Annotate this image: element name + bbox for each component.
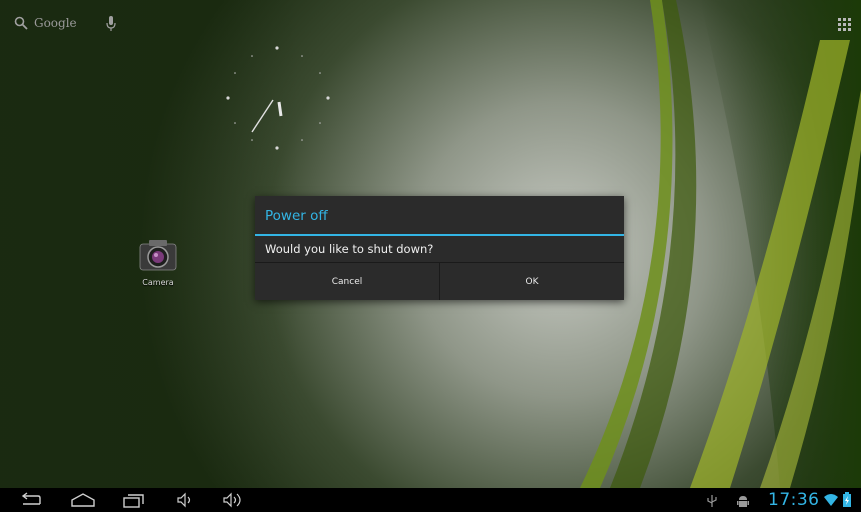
home-screen: Google Camera Power off Would you like t…	[0, 0, 861, 512]
clock-minute-hand	[251, 99, 274, 133]
usb-icon	[707, 495, 717, 507]
all-apps-icon[interactable]	[838, 18, 852, 32]
recent-apps-icon[interactable]	[122, 492, 146, 508]
volume-up-icon[interactable]	[222, 492, 246, 508]
ok-button[interactable]: OK	[440, 263, 624, 300]
analog-clock-widget[interactable]	[224, 40, 334, 150]
status-time: 17:36	[768, 490, 820, 510]
voice-search-icon[interactable]	[106, 16, 116, 32]
dialog-button-bar: Cancel OK	[255, 263, 624, 300]
cancel-button[interactable]: Cancel	[255, 263, 440, 300]
camera-label: Camera	[142, 278, 174, 287]
volume-down-icon[interactable]	[176, 492, 194, 508]
camera-icon	[139, 240, 177, 271]
search-icon	[14, 16, 28, 30]
wifi-icon	[824, 494, 838, 506]
google-label: Google	[34, 16, 77, 30]
power-off-dialog: Power off Would you like to shut down? C…	[255, 196, 624, 300]
clock-hour-hand	[277, 101, 283, 117]
dialog-title: Power off	[255, 196, 624, 236]
dialog-message: Would you like to shut down?	[255, 236, 624, 263]
battery-icon	[843, 492, 851, 507]
google-search-bar[interactable]: Google	[14, 16, 77, 30]
back-icon[interactable]	[20, 492, 42, 508]
camera-shortcut[interactable]: Camera	[130, 238, 186, 287]
home-icon[interactable]	[70, 492, 96, 508]
android-debug-icon	[737, 496, 749, 507]
